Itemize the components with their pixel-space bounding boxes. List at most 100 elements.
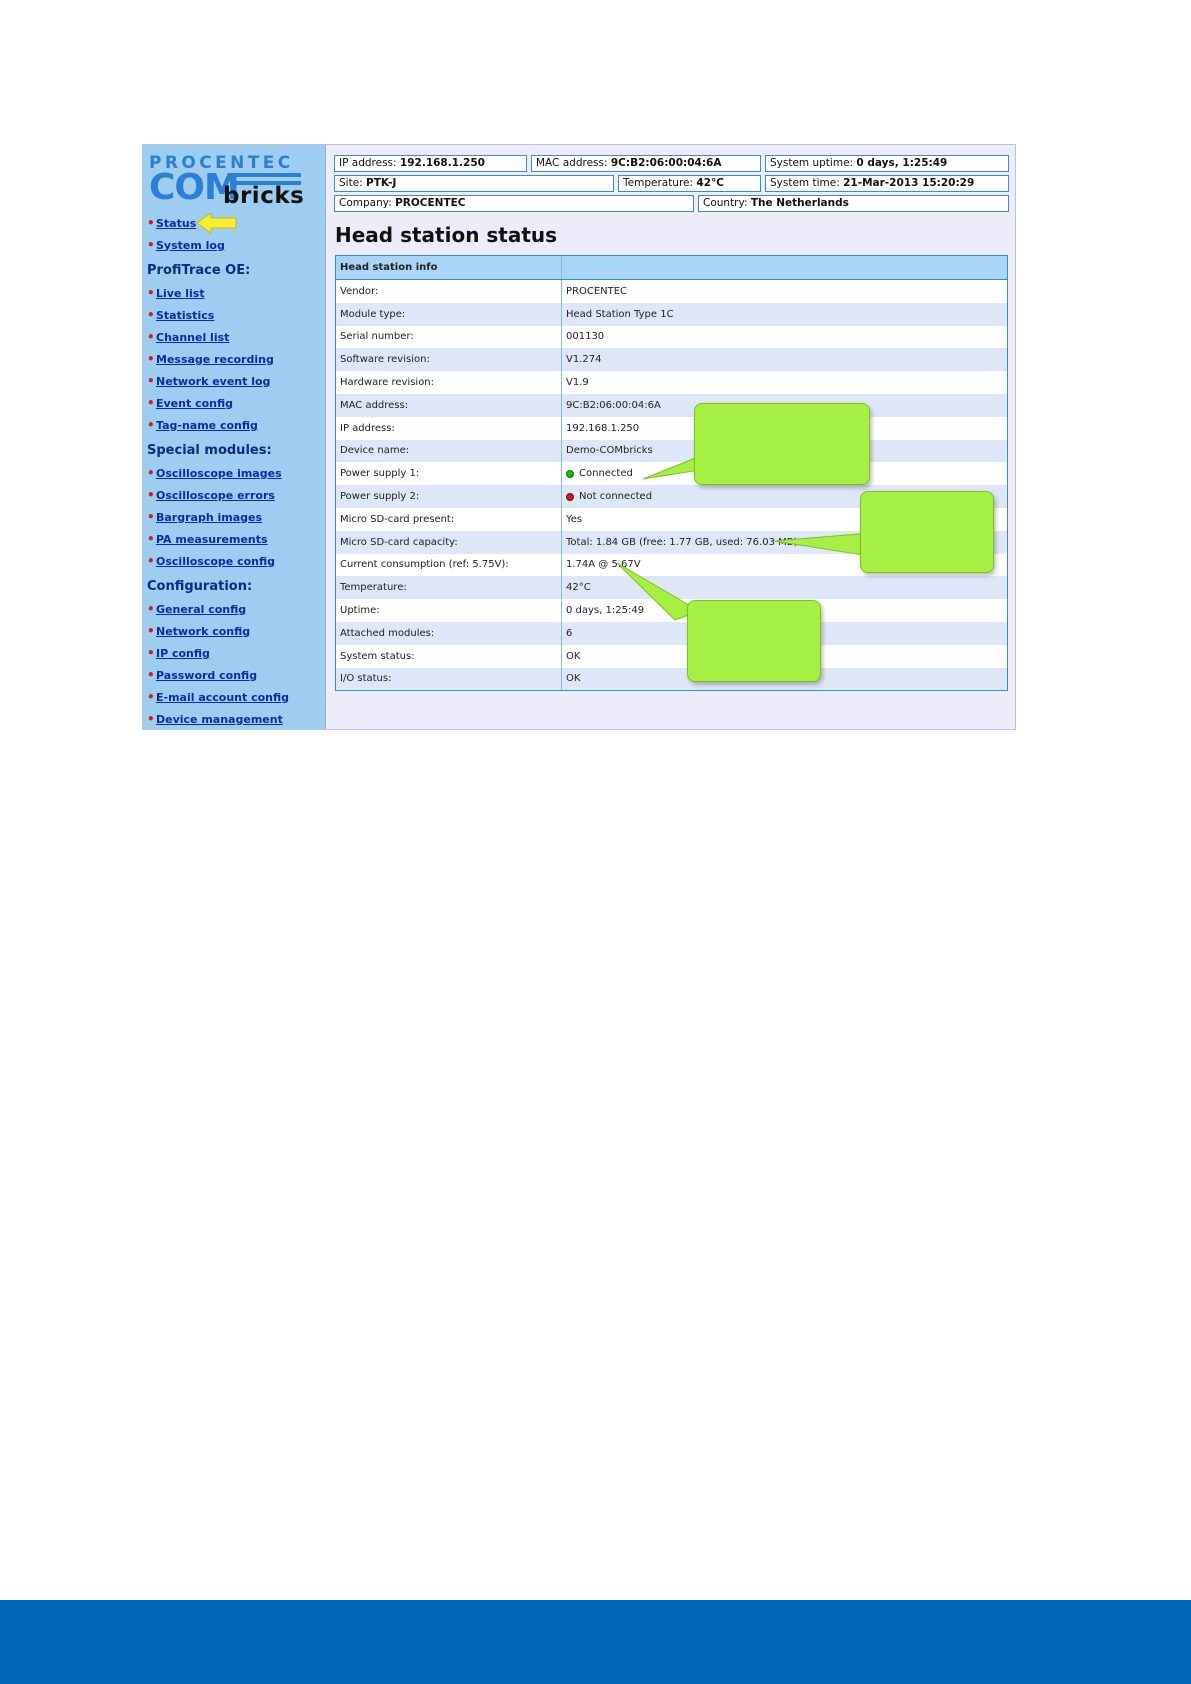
nav-item-system-log[interactable]: • System log: [147, 237, 225, 253]
nav-item-event-config[interactable]: • Event config: [147, 395, 233, 411]
power-supply-1-status: Connected: [579, 468, 633, 480]
header-company-value: PROCENTEC: [395, 197, 466, 209]
table-header-row: Head station info: [336, 256, 1007, 280]
nav-link[interactable]: Network event log: [156, 375, 270, 388]
header-system-time-label: System time:: [770, 177, 840, 189]
header-site-label: Site:: [339, 177, 363, 189]
row-label: IP address:: [336, 416, 562, 440]
header-temperature-label: Temperature:: [623, 177, 694, 189]
bullet-icon: •: [147, 238, 155, 252]
nav-item-network-event-log[interactable]: • Network event log: [147, 373, 270, 389]
table-row: IP address: 192.168.1.250: [336, 416, 1007, 440]
nav-link[interactable]: Network config: [156, 625, 250, 638]
header-mac-label: MAC address:: [536, 157, 608, 169]
section-title-profitrace: ProfiTrace OE:: [147, 263, 251, 278]
sidebar: PROCENTEC COM bricks • Status • System log…: [143, 145, 326, 729]
nav-link[interactable]: Channel list: [156, 331, 229, 344]
table-row: Software revision: V1.274: [336, 348, 1007, 372]
header-temperature-value: 42°C: [696, 177, 724, 189]
bullet-icon: •: [147, 216, 155, 230]
nav-item-oscilloscope-errors[interactable]: • Oscilloscope errors: [147, 487, 275, 503]
nav-link[interactable]: Password config: [156, 669, 257, 682]
nav-item-oscilloscope-config[interactable]: • Oscilloscope config: [147, 553, 275, 569]
nav-link[interactable]: Message recording: [156, 353, 274, 366]
nav-link[interactable]: Event config: [156, 397, 233, 410]
header-system-time-box: System time: 21-Mar-2013 15:20:29: [765, 175, 1009, 192]
nav-item-statistics[interactable]: • Statistics: [147, 307, 214, 323]
table-row: Power supply 1: Connected: [336, 462, 1007, 486]
header-country-label: Country:: [703, 197, 748, 209]
row-value: 42°C: [566, 582, 591, 594]
nav-link[interactable]: Statistics: [156, 309, 214, 322]
nav-link[interactable]: Oscilloscope config: [156, 555, 275, 568]
header-mac-box: MAC address: 9C:B2:06:00:04:6A: [531, 155, 761, 172]
row-label: Serial number:: [336, 325, 562, 349]
nav-link[interactable]: PA measurements: [156, 533, 268, 546]
bullet-icon: •: [147, 510, 155, 524]
bullet-icon: •: [147, 286, 155, 300]
nav-item-oscilloscope-images[interactable]: • Oscilloscope images: [147, 465, 282, 481]
nav-item-tag-name-config[interactable]: • Tag-name config: [147, 417, 258, 433]
nav-item-ip-config[interactable]: • IP config: [147, 645, 210, 661]
header-uptime-value: 0 days, 1:25:49: [856, 157, 948, 169]
table-row: Vendor: PROCENTEC: [336, 280, 1007, 303]
procentec-combricks-logo: PROCENTEC COM bricks: [149, 153, 314, 209]
nav-link[interactable]: Tag-name config: [156, 419, 258, 432]
header-company-box: Company: PROCENTEC: [334, 195, 694, 212]
nav-link[interactable]: IP config: [156, 647, 210, 660]
header-ip-value: 192.168.1.250: [399, 157, 485, 169]
status-dot-green-icon: [566, 469, 574, 478]
bullet-icon: •: [147, 396, 155, 410]
nav-item-password-config[interactable]: • Password config: [147, 667, 257, 683]
nav-link[interactable]: E-mail account config: [156, 691, 289, 704]
nav-item-network-config[interactable]: • Network config: [147, 623, 250, 639]
row-label: Device name:: [336, 439, 562, 463]
callout-bubble-current: [687, 600, 821, 682]
row-label: Vendor:: [336, 280, 562, 303]
row-label: Software revision:: [336, 348, 562, 372]
screenshot-frame: PROCENTEC COM bricks • Status • System log…: [142, 144, 1016, 730]
nav-link[interactable]: Device management: [156, 713, 283, 726]
nav-link-status[interactable]: Status: [156, 217, 196, 230]
row-label: MAC address:: [336, 393, 562, 417]
header-mac-value: 9C:B2:06:00:04:6A: [610, 157, 722, 169]
nav-link[interactable]: General config: [156, 603, 246, 616]
logo-text-bricks: bricks: [223, 183, 305, 209]
header-ip-box: IP address: 192.168.1.250: [334, 155, 527, 172]
row-label: Micro SD-card capacity:: [336, 530, 562, 554]
bullet-icon: •: [147, 602, 155, 616]
nav-item-live-list[interactable]: • Live list: [147, 285, 205, 301]
row-label: System status:: [336, 644, 562, 668]
nav-link-system-log[interactable]: System log: [156, 239, 225, 252]
table-row: System status: OK: [336, 644, 1007, 668]
nav-item-pa-measurements[interactable]: • PA measurements: [147, 531, 268, 547]
table-row: MAC address: 9C:B2:06:00:04:6A: [336, 393, 1007, 417]
nav-link[interactable]: Oscilloscope images: [156, 467, 282, 480]
nav-item-device-management[interactable]: • Device management: [147, 711, 283, 727]
status-dot-red-icon: [566, 492, 574, 501]
nav-item-bargraph-images[interactable]: • Bargraph images: [147, 509, 262, 525]
header-ip-label: IP address:: [339, 157, 397, 169]
table-row: Device name: Demo-COMbricks: [336, 439, 1007, 463]
highlight-arrow-icon: [196, 212, 237, 234]
nav-item-channel-list[interactable]: • Channel list: [147, 329, 229, 345]
table-header-cell: Head station info: [336, 256, 562, 279]
row-label: Uptime:: [336, 599, 562, 622]
bullet-icon: •: [147, 646, 155, 660]
nav-item-status[interactable]: • Status: [147, 215, 196, 231]
nav-item-email-account-config[interactable]: • E-mail account config: [147, 689, 289, 705]
section-title-configuration: Configuration:: [147, 579, 253, 594]
nav-link[interactable]: Oscilloscope errors: [156, 489, 275, 502]
table-row: I/O status: OK: [336, 667, 1007, 691]
row-label: Power supply 2:: [336, 485, 562, 508]
nav-item-general-config[interactable]: • General config: [147, 601, 246, 617]
table-row: Uptime: 0 days, 1:25:49: [336, 599, 1007, 622]
nav-link[interactable]: Live list: [156, 287, 205, 300]
callout-bubble-power-supply: [694, 403, 870, 485]
nav-item-message-recording[interactable]: • Message recording: [147, 351, 274, 367]
bullet-icon: •: [147, 554, 155, 568]
row-value: PROCENTEC: [566, 285, 628, 297]
bullet-icon: •: [147, 712, 155, 726]
bullet-icon: •: [147, 418, 155, 432]
nav-link[interactable]: Bargraph images: [156, 511, 262, 524]
